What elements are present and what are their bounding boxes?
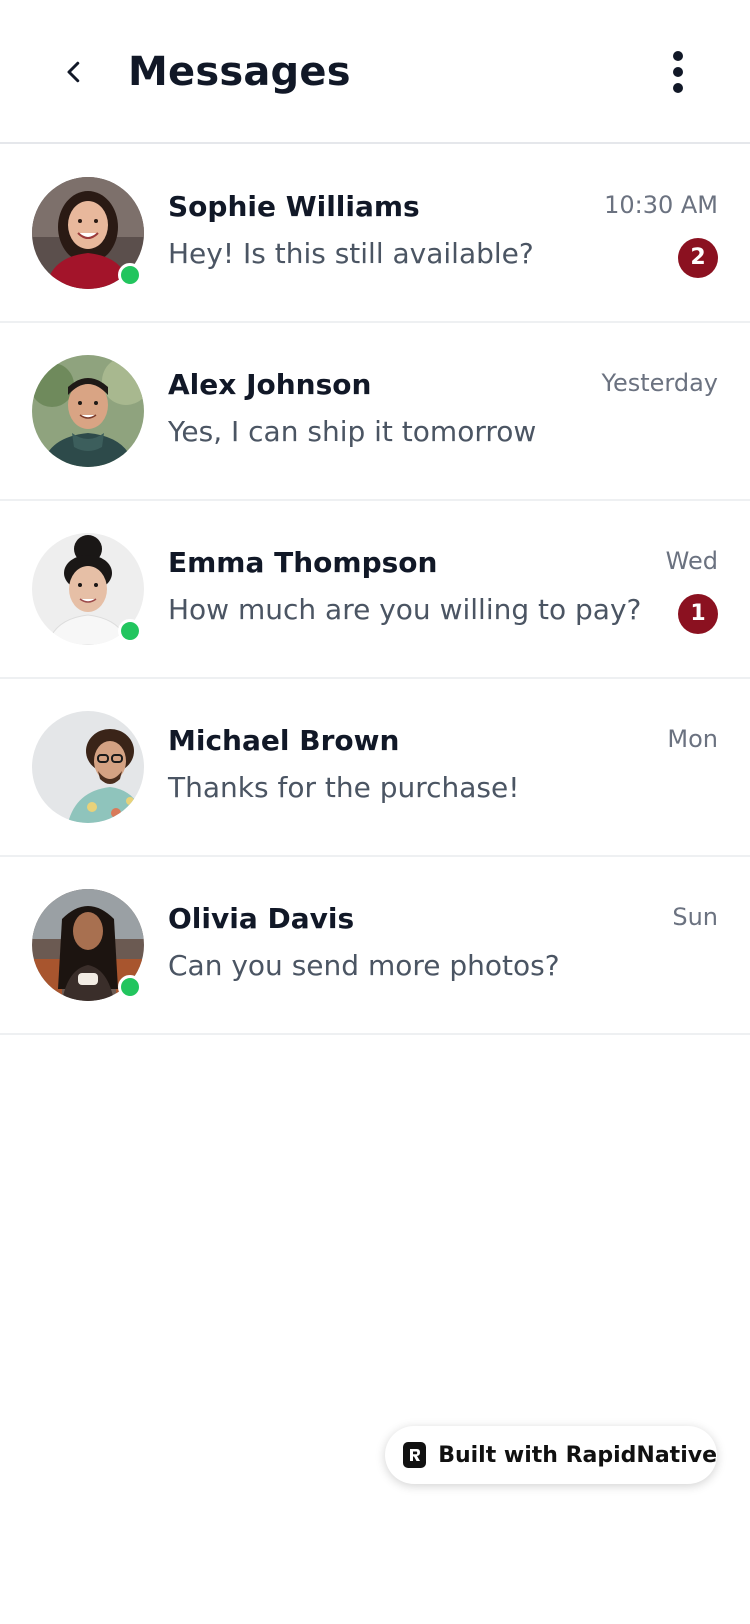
back-button[interactable] — [44, 42, 104, 102]
online-indicator — [118, 975, 142, 999]
rapidnative-logo-icon — [403, 1442, 427, 1468]
more-options-button[interactable] — [648, 40, 708, 104]
message-preview: Can you send more photos? — [168, 949, 560, 982]
message-time: Yesterday — [601, 369, 718, 397]
conversation-item[interactable]: Emma Thompson How much are you willing t… — [0, 501, 750, 679]
avatar — [32, 889, 144, 1001]
unread-count-badge: 1 — [678, 594, 718, 634]
conversation-item[interactable]: Michael Brown Thanks for the purchase! M… — [0, 679, 750, 857]
contact-name: Michael Brown — [168, 724, 400, 757]
message-time: 10:30 AM — [604, 191, 718, 219]
more-vertical-icon — [673, 51, 683, 93]
contact-name: Alex Johnson — [168, 368, 372, 401]
avatar — [32, 355, 144, 467]
page-title: Messages — [128, 49, 351, 95]
conversation-item[interactable]: Olivia Davis Can you send more photos? S… — [0, 857, 750, 1035]
conversation-item[interactable]: Alex Johnson Yes, I can ship it tomorrow… — [0, 323, 750, 501]
unread-count-badge: 2 — [678, 238, 718, 278]
avatar — [32, 711, 144, 823]
built-with-label: Built with RapidNative — [438, 1442, 717, 1468]
contact-name: Emma Thompson — [168, 546, 438, 579]
online-indicator — [118, 263, 142, 287]
chevron-left-icon — [67, 61, 80, 83]
contact-name: Olivia Davis — [168, 902, 355, 935]
message-preview: Hey! Is this still available? — [168, 237, 534, 270]
header-bar: Messages — [0, 0, 750, 144]
avatar-photo — [32, 711, 144, 823]
online-indicator — [118, 619, 142, 643]
avatar-photo — [32, 355, 144, 467]
contact-name: Sophie Williams — [168, 190, 420, 223]
built-with-badge[interactable]: Built with RapidNative — [385, 1426, 717, 1484]
avatar — [32, 533, 144, 645]
avatar — [32, 177, 144, 289]
message-preview: Yes, I can ship it tomorrow — [168, 415, 537, 448]
message-preview: Thanks for the purchase! — [168, 771, 520, 804]
message-preview: How much are you willing to pay? — [168, 593, 642, 626]
message-time: Sun — [672, 903, 718, 931]
conversation-item[interactable]: Sophie Williams Hey! Is this still avail… — [0, 145, 750, 323]
conversation-list: Sophie Williams Hey! Is this still avail… — [0, 145, 750, 1035]
message-time: Mon — [667, 725, 718, 753]
message-time: Wed — [665, 547, 718, 575]
